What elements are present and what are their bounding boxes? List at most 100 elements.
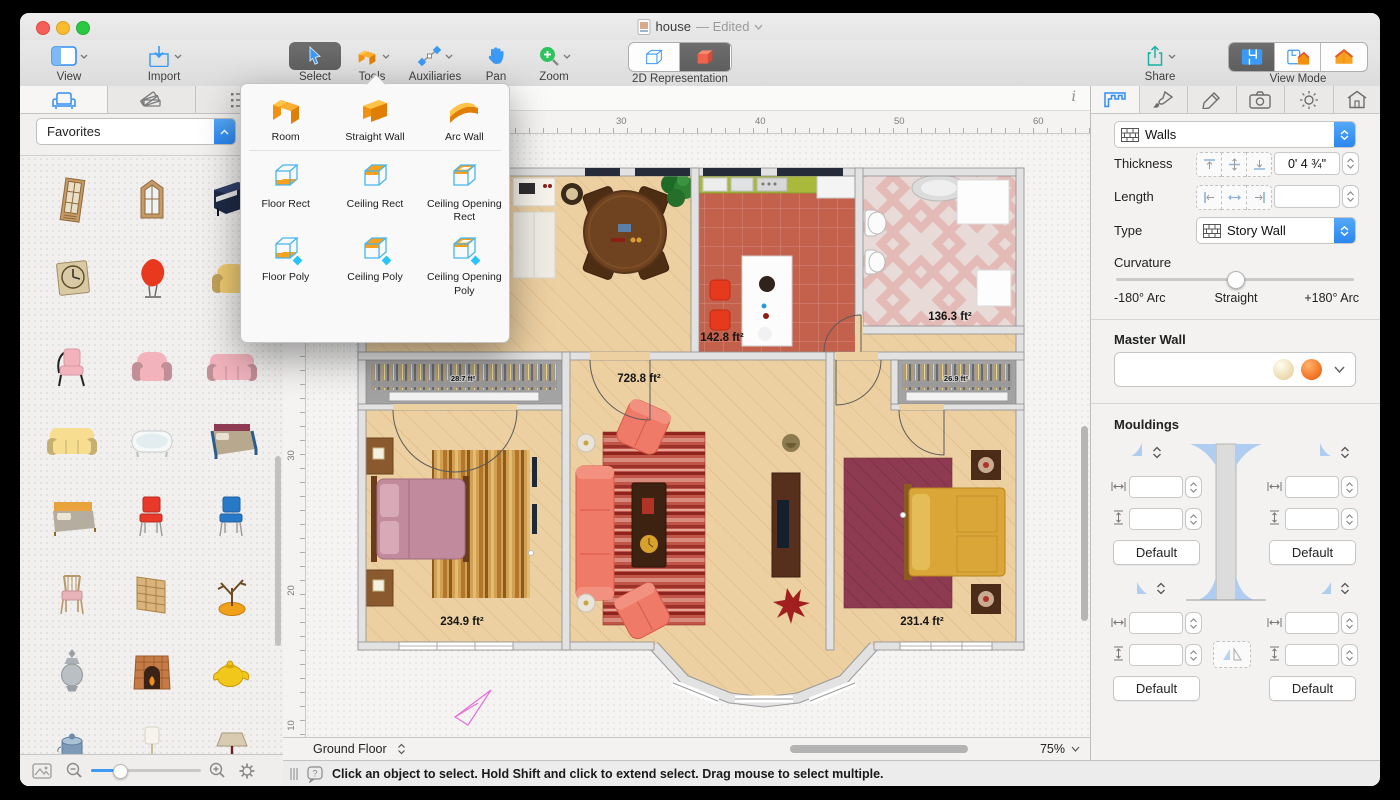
library-item-pot-blue[interactable] — [41, 717, 103, 755]
length-stepper[interactable] — [1342, 185, 1359, 208]
view-mode-3d-button[interactable] — [1321, 43, 1366, 71]
tool-item-ceiling-opening-poly[interactable]: Ceiling Opening Poly — [420, 224, 509, 297]
tool-item-floor-poly[interactable]: Floor Poly — [241, 224, 330, 297]
gear-icon[interactable] — [238, 762, 256, 780]
library-item-chair-red[interactable] — [121, 487, 183, 549]
bedroom-right-contents[interactable] — [843, 450, 1006, 614]
tool-item-floor-rect[interactable]: Floor Rect — [241, 151, 330, 224]
extend-right-button[interactable] — [1246, 185, 1272, 210]
baseboard-right-stepper[interactable] — [1337, 578, 1352, 598]
baseboard-right-default-button[interactable]: Default — [1269, 676, 1356, 701]
drag-grip-icon[interactable] — [289, 767, 299, 781]
zoom-button[interactable]: Zoom — [528, 42, 580, 83]
crown-moulding-left-shape[interactable] — [1129, 442, 1145, 460]
library-item-floor-lamp[interactable] — [121, 717, 183, 755]
master-wall-material-b[interactable] — [1301, 359, 1322, 380]
baseboard-left-stepper[interactable] — [1153, 578, 1168, 598]
curvature-slider-thumb[interactable] — [1227, 271, 1245, 289]
view-mode-split-button[interactable] — [1275, 43, 1321, 71]
object-category-select[interactable]: Walls — [1114, 121, 1356, 148]
tab-furniture[interactable] — [20, 86, 108, 113]
pan-button[interactable]: Pan — [472, 42, 520, 83]
help-icon[interactable]: ? — [307, 765, 324, 783]
zoom-in-icon[interactable] — [209, 762, 226, 779]
import-button[interactable]: Import — [128, 42, 200, 83]
wall-type-select[interactable]: Story Wall — [1196, 217, 1356, 244]
select-tool-button[interactable]: Select — [289, 42, 341, 83]
crown-left-width-stepper[interactable] — [1185, 476, 1202, 498]
compass-arrow[interactable] — [453, 689, 492, 726]
view-button[interactable]: View — [34, 42, 104, 83]
crown-right-default-button[interactable]: Default — [1269, 540, 1356, 565]
crown-right-height-field[interactable] — [1285, 508, 1339, 530]
baseboard-left-height-stepper[interactable] — [1185, 644, 1202, 666]
floor-selector[interactable]: Ground Floor — [313, 742, 387, 756]
align-bottom-button[interactable] — [1246, 152, 1272, 177]
tab-materials-brush[interactable] — [1140, 86, 1188, 113]
baseboard-right-height-field[interactable] — [1285, 644, 1339, 666]
crown-moulding-right-shape[interactable] — [1317, 442, 1333, 460]
library-scrollbar[interactable] — [275, 456, 281, 646]
crown-left-stepper[interactable] — [1149, 442, 1164, 462]
extend-both-button[interactable] — [1221, 185, 1246, 210]
crown-right-stepper[interactable] — [1337, 442, 1352, 462]
share-button[interactable]: Share — [1132, 42, 1188, 83]
library-item-silver-urn[interactable] — [41, 641, 103, 703]
representation-2d-wireframe-button[interactable] — [629, 43, 680, 71]
tab-camera[interactable] — [1237, 86, 1285, 113]
baseboard-right-height-stepper[interactable] — [1341, 644, 1358, 666]
mirror-button[interactable] — [1213, 641, 1251, 668]
library-item-table-lamp[interactable] — [201, 717, 263, 755]
tool-item-ceiling-rect[interactable]: Ceiling Rect — [330, 151, 419, 224]
baseboard-left-shape[interactable] — [1135, 578, 1149, 596]
info-icon[interactable]: i — [1072, 89, 1076, 105]
preview-image-icon[interactable] — [32, 762, 52, 779]
crown-left-height-stepper[interactable] — [1185, 508, 1202, 530]
baseboard-left-width-stepper[interactable] — [1185, 612, 1202, 634]
library-item-chair-blue[interactable] — [201, 487, 263, 549]
tool-item-ceiling-opening-rect[interactable]: Ceiling Opening Rect — [420, 151, 509, 224]
tool-item-arc-wall[interactable]: Arc Wall — [420, 84, 509, 144]
thumbnail-size-slider[interactable] — [91, 764, 201, 779]
zoom-level[interactable]: 75% — [1040, 742, 1065, 756]
zoom-level-chevron-icon[interactable] — [1071, 746, 1080, 752]
extend-left-button[interactable] — [1196, 185, 1221, 210]
tab-light-sun[interactable] — [1285, 86, 1334, 113]
baseboard-left-height-field[interactable] — [1129, 644, 1183, 666]
representation-2d-solid-button[interactable] — [680, 43, 730, 71]
tab-edit-pencil[interactable] — [1188, 86, 1237, 113]
library-item-teapot[interactable] — [201, 641, 263, 703]
tool-item-room[interactable]: Room — [241, 84, 330, 144]
baseboard-right-shape[interactable] — [1319, 578, 1333, 596]
view-mode-2d-button[interactable] — [1229, 43, 1275, 71]
library-item-sofa-pink[interactable] — [201, 337, 263, 399]
library-item-door[interactable] — [41, 169, 103, 231]
baseboard-left-width-field[interactable] — [1129, 612, 1183, 634]
master-wall-picker[interactable] — [1114, 352, 1356, 387]
floor-stepper-icon[interactable] — [397, 743, 406, 755]
tool-item-ceiling-poly[interactable]: Ceiling Poly — [330, 224, 419, 297]
thickness-field[interactable]: 0' 4 ¾" — [1274, 152, 1340, 175]
library-item-bed-orange[interactable] — [41, 487, 103, 549]
crown-left-default-button[interactable]: Default — [1113, 540, 1200, 565]
library-item-fireplace[interactable] — [121, 641, 183, 703]
library-category-select[interactable]: Favorites — [36, 118, 236, 145]
thickness-stepper[interactable] — [1342, 152, 1359, 175]
library-item-egg-chair[interactable] — [121, 249, 183, 311]
library-item-chair-wood-pink[interactable] — [41, 565, 103, 627]
library-item-armchair-pink[interactable] — [121, 337, 183, 399]
entry-furniture[interactable] — [512, 177, 556, 279]
canvas-vertical-scrollbar[interactable] — [1081, 426, 1088, 621]
auxiliaries-button[interactable]: Auxiliaries — [403, 42, 467, 83]
align-center-button[interactable] — [1221, 152, 1246, 177]
library-item-wall-clock[interactable] — [41, 249, 103, 311]
library-item-sofa-yellow[interactable] — [41, 411, 103, 473]
library-item-bed-blue[interactable] — [201, 411, 263, 473]
library-item-chair-pink-metal[interactable] — [41, 337, 103, 399]
baseboard-right-width-field[interactable] — [1285, 612, 1339, 634]
library-item-bonsai-tree[interactable] — [201, 565, 263, 627]
tab-materials[interactable] — [108, 86, 196, 113]
crown-left-height-field[interactable] — [1129, 508, 1183, 530]
zoom-out-icon[interactable] — [66, 762, 83, 779]
tab-building[interactable] — [1334, 86, 1381, 113]
